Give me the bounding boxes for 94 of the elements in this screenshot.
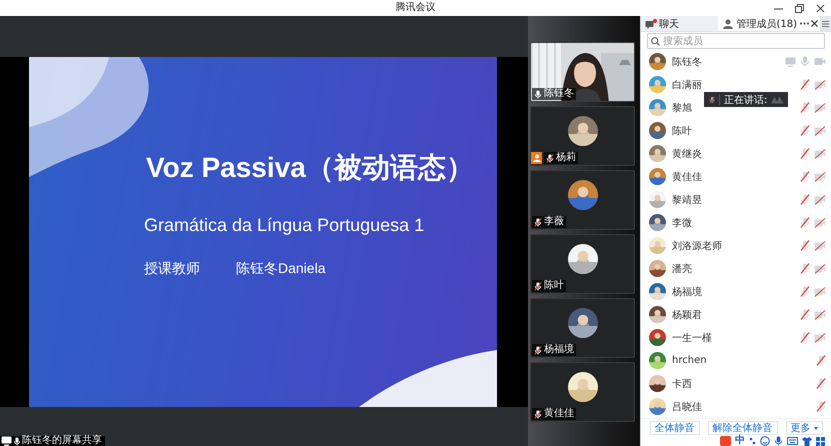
avatar bbox=[649, 191, 666, 208]
camera-off-icon[interactable] bbox=[814, 332, 826, 342]
footer-button[interactable]: 全体静音 bbox=[650, 421, 700, 435]
avatar bbox=[649, 168, 666, 185]
mic-icon bbox=[13, 436, 21, 446]
member-name: 陈钰冬 bbox=[672, 56, 702, 68]
avatar bbox=[568, 180, 598, 210]
camera-off-icon[interactable] bbox=[814, 264, 826, 274]
participant-name: 陈钰冬 bbox=[544, 88, 574, 100]
participant-name: 陈叶 bbox=[544, 280, 564, 292]
avatar bbox=[568, 116, 598, 146]
screen-share-icon bbox=[1, 436, 12, 446]
avatar bbox=[649, 145, 666, 162]
member-name: 刘洛源老师 bbox=[672, 240, 722, 252]
camera-off-icon[interactable] bbox=[814, 286, 826, 296]
mic-icon bbox=[774, 436, 783, 446]
member-name: 黄佳佳 bbox=[672, 170, 702, 184]
muted-mic-icon bbox=[709, 94, 716, 104]
chat-icon bbox=[645, 18, 656, 28]
slide-title: Voz Passiva（被动语态） bbox=[146, 151, 474, 185]
avatar bbox=[649, 329, 666, 346]
avatar bbox=[649, 214, 666, 231]
slide-subtitle: Gramática da Língua Portuguesa 1 bbox=[144, 215, 424, 236]
avatar bbox=[649, 352, 666, 369]
ime-mode[interactable]: 中 bbox=[735, 436, 745, 446]
search-icon bbox=[651, 36, 660, 46]
caret-icon bbox=[814, 426, 818, 430]
camera-off-icon[interactable] bbox=[814, 218, 826, 228]
grid-icon[interactable] bbox=[816, 436, 825, 446]
video-tile[interactable]: 陈钰冬 bbox=[530, 42, 635, 102]
avatar bbox=[649, 99, 666, 116]
teacher-label: 授课教师 bbox=[144, 260, 200, 278]
avatar bbox=[568, 372, 598, 402]
camera-off-icon[interactable] bbox=[814, 102, 826, 112]
participant-name: 李薇 bbox=[544, 216, 564, 228]
member-name: 卡西 bbox=[672, 378, 692, 390]
member-name: 白满丽 bbox=[672, 78, 702, 92]
emoji-icon[interactable] bbox=[760, 436, 770, 446]
panel-tab[interactable]: 管理成员(18) bbox=[718, 16, 820, 31]
search-field[interactable]: 搜索成员 bbox=[647, 33, 825, 49]
avatar bbox=[649, 237, 666, 254]
member-name: 潘亮 bbox=[672, 262, 692, 276]
video-tile[interactable]: 李薇 bbox=[530, 170, 635, 230]
member-name: 吕晓佳 bbox=[672, 400, 702, 414]
member-name: 一生一槿 bbox=[672, 332, 712, 344]
window-title: 腾讯会议 bbox=[396, 0, 436, 15]
participant-name: 杨莉 bbox=[556, 152, 576, 164]
video-tile[interactable]: 杨莉 bbox=[530, 106, 635, 166]
avatar bbox=[568, 308, 598, 338]
camera-off-icon[interactable] bbox=[814, 80, 826, 90]
avatar bbox=[649, 306, 666, 323]
teacher-name: 陈钰冬Daniela bbox=[236, 260, 326, 278]
member-name: 陈叶 bbox=[672, 124, 692, 138]
member-name: 黎旭 bbox=[672, 102, 692, 114]
member-name: 黄继炎 bbox=[672, 148, 702, 160]
share-status-text: 陈钰冬的屏幕共享 bbox=[22, 436, 102, 446]
ime-logo-icon bbox=[720, 436, 731, 446]
video-tile[interactable]: 陈叶 bbox=[530, 234, 635, 294]
more-icon[interactable] bbox=[800, 22, 809, 25]
member-name: hrchen bbox=[672, 355, 707, 366]
close-icon[interactable] bbox=[816, 4, 825, 12]
keyboard-icon[interactable] bbox=[787, 437, 798, 445]
participant-name: 杨福境 bbox=[544, 344, 574, 356]
footer-button[interactable]: 解除全体静音 bbox=[708, 421, 778, 435]
avatar bbox=[568, 244, 598, 274]
menu-icon[interactable] bbox=[820, 16, 831, 31]
footer-button[interactable]: 更多 bbox=[786, 421, 822, 435]
member-name: 李微 bbox=[672, 216, 692, 230]
camera-off-icon[interactable] bbox=[814, 240, 826, 250]
video-tile[interactable]: 黄佳佳 bbox=[530, 362, 635, 422]
panel-tab[interactable]: 聊天 bbox=[641, 16, 718, 31]
participant-name: 黄佳佳 bbox=[544, 408, 574, 420]
member-name: 黎靖昱 bbox=[672, 194, 702, 206]
camera-off-icon[interactable] bbox=[814, 148, 826, 158]
camera-off-icon[interactable] bbox=[814, 126, 826, 136]
camera-off-icon[interactable] bbox=[814, 310, 826, 320]
restore-icon[interactable] bbox=[795, 4, 804, 12]
avatar bbox=[649, 375, 666, 392]
member-name: 杨颖君 bbox=[672, 308, 702, 322]
camera-off-icon[interactable] bbox=[814, 172, 826, 182]
camera-off-icon[interactable] bbox=[814, 194, 826, 204]
member-name: 杨福境 bbox=[672, 286, 702, 298]
avatar bbox=[649, 76, 666, 93]
avatar bbox=[649, 398, 666, 415]
close-icon[interactable] bbox=[811, 20, 818, 27]
avatar bbox=[649, 53, 666, 70]
video-tile[interactable]: 杨福境 bbox=[530, 298, 635, 358]
shirt-icon[interactable] bbox=[802, 436, 812, 446]
speaking-text: 正在讲话: bbox=[724, 94, 768, 106]
person-icon bbox=[723, 18, 734, 28]
avatar bbox=[649, 122, 666, 139]
avatar bbox=[649, 260, 666, 277]
punctuation-icon[interactable] bbox=[749, 437, 756, 445]
avatar bbox=[649, 283, 666, 300]
